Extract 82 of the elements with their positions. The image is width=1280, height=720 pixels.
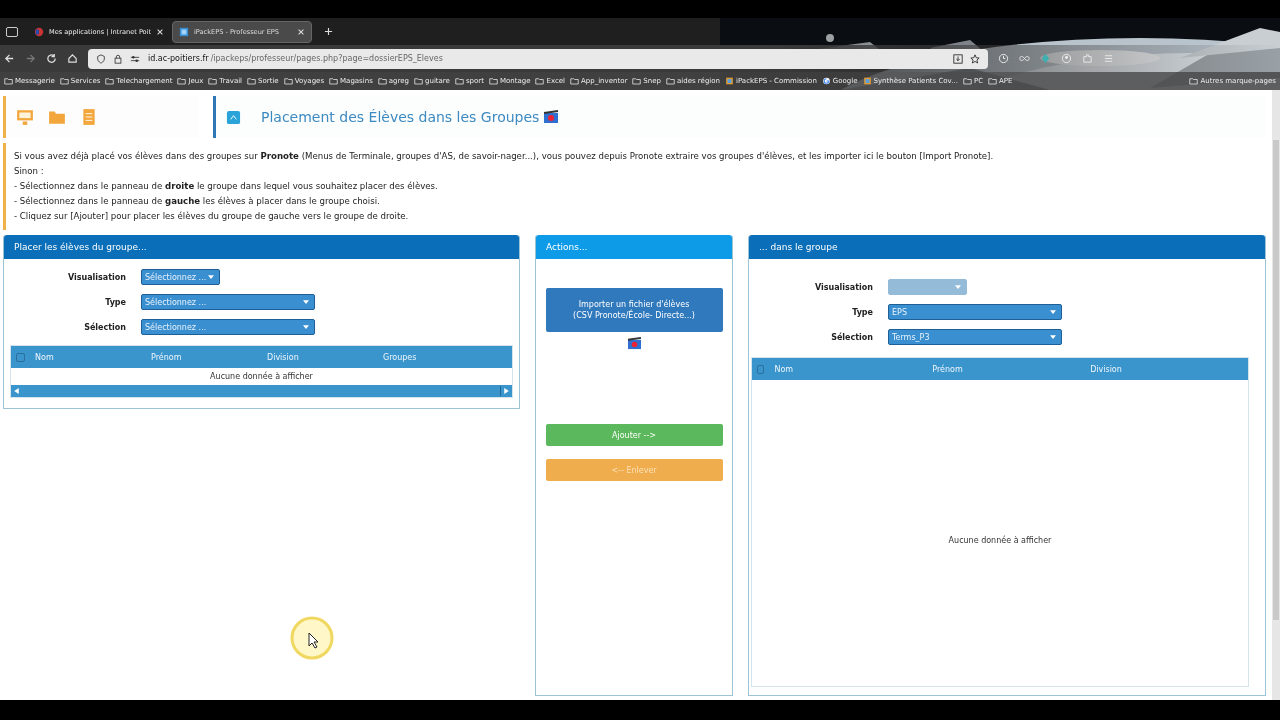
cube-icon <box>179 26 189 37</box>
folder-icon <box>105 77 115 85</box>
folder-icon <box>632 77 642 85</box>
folder-icon <box>208 77 218 85</box>
g-logo-icon <box>821 77 831 85</box>
menu-icon[interactable] <box>1103 53 1114 64</box>
caret-icon <box>1050 335 1056 339</box>
scrollbar[interactable] <box>1272 90 1280 700</box>
reload-icon[interactable] <box>46 53 57 64</box>
folder-icon <box>329 77 339 85</box>
tab-list-icon[interactable] <box>6 26 18 37</box>
new-tab-icon[interactable] <box>324 27 333 36</box>
home-icon[interactable] <box>67 53 78 64</box>
folder-icon <box>570 77 579 85</box>
caret-icon <box>208 275 214 279</box>
app-icon <box>226 109 241 125</box>
field-label: Type <box>851 307 873 317</box>
close-icon[interactable] <box>156 27 165 36</box>
info-text: - Sélectionnez dans le panneau de gauche les élèves à placer dans le groupe choisi. <box>14 195 381 208</box>
folder-icon <box>414 77 423 85</box>
page-icon <box>725 77 734 85</box>
shield-icon <box>96 53 106 64</box>
folder-icon <box>1189 77 1199 85</box>
folder-icon <box>177 77 187 85</box>
video-icon[interactable] <box>543 110 560 124</box>
lock-icon <box>113 53 123 64</box>
download-icon[interactable] <box>953 53 963 64</box>
info-text: Si vous avez déjà placé vos élèves dans des groupes sur Pronote (Menus de Terminale, groupes d'AS, de savoir-nager...), vous pouvez depuis Pronote extraire vos groupes d'élèves, et les importer ici le bouton [Import Pronote]. <box>14 150 995 163</box>
panel-header: ... dans le groupe <box>749 235 1265 259</box>
right-arrow-icon[interactable] <box>504 388 509 394</box>
folder-icon <box>962 77 972 85</box>
url-host-text: id.ac-poitiers.fr <box>148 54 210 63</box>
folder-icon <box>247 77 257 85</box>
folder-icon <box>488 77 498 85</box>
back-icon[interactable] <box>4 53 15 64</box>
folder-icon <box>988 77 997 85</box>
folder-icon <box>4 77 13 85</box>
left-arrow-icon[interactable] <box>14 388 19 394</box>
field-label: Visualisation <box>813 282 873 292</box>
forward-icon[interactable] <box>25 53 36 64</box>
folder-icon <box>535 77 545 85</box>
info-text: - Sélectionnez dans le panneau de droite le groupe dans lequel vous souhaitez placer des élèves. <box>14 180 439 193</box>
checkbox[interactable] <box>757 364 765 374</box>
page-icon <box>862 77 872 85</box>
history-icon[interactable] <box>998 53 1009 64</box>
star-icon[interactable] <box>970 53 980 64</box>
info-text: - Cliquez sur [Ajouter] pour placer les élèves du groupe de gauche vers le groupe de droite. <box>14 210 410 223</box>
field-label: Sélection <box>83 322 126 332</box>
field-label: Visualisation <box>66 272 126 282</box>
field-label: Sélection <box>830 332 873 342</box>
panel-header: Placer les élèves du groupe... <box>4 235 519 259</box>
folder-icon[interactable] <box>48 108 66 126</box>
sliders-icon <box>130 53 140 64</box>
horizontal-scrollbar[interactable] <box>11 385 512 397</box>
checkbox[interactable] <box>16 352 25 362</box>
empty-message: Aucune donnée à afficher <box>210 372 313 381</box>
video-icon[interactable] <box>626 337 642 350</box>
caret-icon <box>1050 310 1056 314</box>
caret-icon <box>303 325 309 329</box>
document-icon[interactable] <box>80 108 98 126</box>
url-path-text: /ipackeps/professeur/pages.php?page=dossierEPS_Eleves <box>210 54 443 63</box>
import-button[interactable]: Importer un fichier d'élèves (CSV Pronote/École- Directe...) <box>545 288 723 332</box>
empty-message: Aucune donnée à afficher <box>948 536 1052 545</box>
folder-icon <box>454 77 464 85</box>
screen-icon[interactable] <box>16 108 34 126</box>
account-icon[interactable] <box>1061 53 1072 64</box>
folder-icon <box>377 77 387 85</box>
folder-icon <box>59 77 69 85</box>
field-label: Type <box>104 297 126 307</box>
address-field[interactable]: id.ac-poitiers.fr /ipackeps/professeur/pages.php?page=dossierEPS_Eleves <box>88 48 988 69</box>
infinity-icon[interactable] <box>1019 53 1030 64</box>
caret-icon <box>955 285 961 289</box>
panel-header: Actions... <box>536 235 732 259</box>
folder-icon <box>666 77 675 85</box>
flag-icon <box>34 26 44 37</box>
cursor-icon <box>288 614 336 662</box>
close-icon[interactable] <box>297 27 305 36</box>
caret-icon <box>303 300 309 304</box>
puzzle-icon[interactable] <box>1082 53 1093 64</box>
info-text: Sinon : <box>14 165 45 178</box>
folder-icon <box>283 77 293 85</box>
page-title: Placement des Élèves dans les Groupes <box>261 109 540 125</box>
